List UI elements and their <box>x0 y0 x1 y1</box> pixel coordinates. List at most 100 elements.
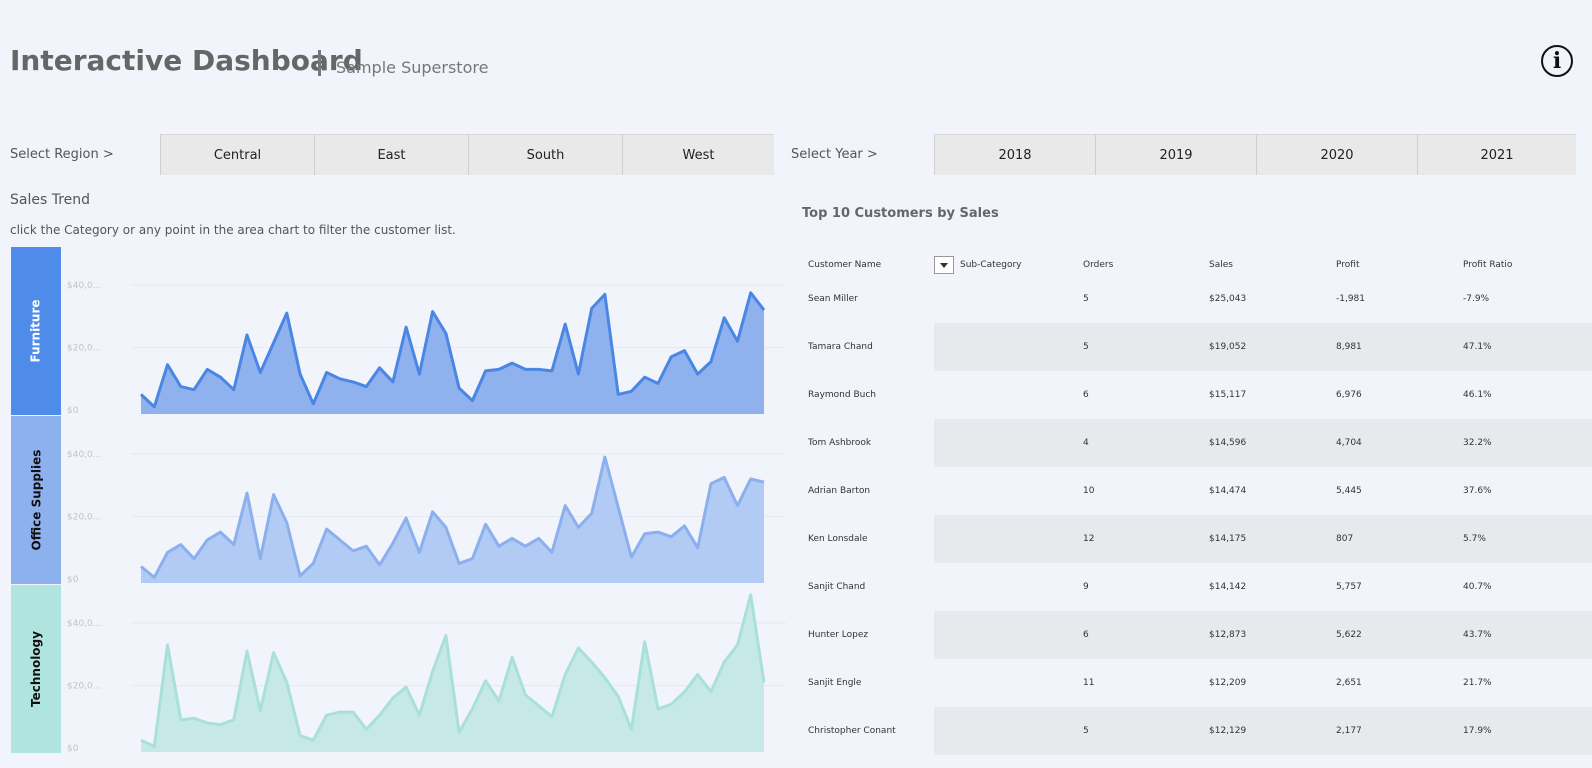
profit-cell: 5,445 <box>1336 486 1362 496</box>
table-row[interactable]: Sanjit Engle 11 $12,209 2,651 21.7% <box>802 659 1592 707</box>
category-label-furniture: Furniture <box>29 299 43 363</box>
profit-ratio-cell: 46.1% <box>1463 390 1492 400</box>
sales-cell: $12,129 <box>1209 726 1247 736</box>
y-tick-label: $40,0... <box>67 450 101 460</box>
table-row[interactable]: Adrian Barton 10 $14,474 5,445 37.6% <box>802 467 1592 515</box>
table-row[interactable]: Sanjit Chand 9 $14,142 5,757 40.7% <box>802 563 1592 611</box>
profit-cell: 8,981 <box>1336 342 1362 352</box>
profit-cell: 807 <box>1336 534 1354 544</box>
category-technology[interactable]: Technology <box>11 585 61 753</box>
profit-cell: 4,704 <box>1336 438 1362 448</box>
column-header-sub-category[interactable]: Sub-Category <box>960 260 1022 270</box>
row-shade <box>934 323 1592 371</box>
profit-ratio-cell: 5.7% <box>1463 534 1486 544</box>
profit-cell: 2,651 <box>1336 678 1362 688</box>
y-tick-label: $0 <box>67 744 79 754</box>
profit-ratio-cell: 21.7% <box>1463 678 1492 688</box>
area-panel-office-supplies[interactable]: $0 $20,0... $40,0... <box>67 450 786 585</box>
sales-trend-title: Sales Trend <box>10 192 91 208</box>
profit-ratio-cell: 47.1% <box>1463 342 1492 352</box>
table-row[interactable]: Tom Ashbrook 4 $14,596 4,704 32.2% <box>802 419 1592 467</box>
table-row[interactable]: Ken Lonsdale 12 $14,175 807 5.7% <box>802 515 1592 563</box>
sales-cell: $19,052 <box>1209 342 1247 352</box>
orders-cell: 10 <box>1083 486 1095 496</box>
year-option-2018[interactable]: 2018 <box>934 134 1095 175</box>
year-filter-label: Select Year > <box>791 147 878 162</box>
info-icon[interactable]: i <box>1541 45 1573 77</box>
column-header-customer-name[interactable]: Customer Name <box>808 260 881 270</box>
y-tick-label: $20,0... <box>67 344 101 354</box>
customer-name-cell: Tom Ashbrook <box>808 438 872 448</box>
category-label-technology: Technology <box>29 631 44 707</box>
profit-ratio-cell: 40.7% <box>1463 582 1492 592</box>
region-option-central[interactable]: Central <box>160 134 314 175</box>
area-fill-office-supplies[interactable] <box>141 457 764 583</box>
table-row[interactable]: Christopher Conant 5 $12,129 2,177 17.9% <box>802 707 1592 755</box>
sales-trend-chart[interactable]: $0 $20,0... $40,0... $0 $20,0... $40,0... $0 $2… <box>61 245 798 755</box>
orders-cell: 4 <box>1083 438 1089 448</box>
sales-cell: $14,142 <box>1209 582 1247 592</box>
year-option-2021[interactable]: 2021 <box>1417 134 1576 175</box>
orders-cell: 9 <box>1083 582 1089 592</box>
orders-cell: 6 <box>1083 390 1089 400</box>
y-tick-label: $40,0... <box>67 281 101 291</box>
year-option-2019[interactable]: 2019 <box>1095 134 1256 175</box>
table-row[interactable]: Sean Miller 5 $25,043 -1,981 -7.9% <box>802 275 1592 323</box>
sales-cell: $14,175 <box>1209 534 1247 544</box>
orders-cell: 12 <box>1083 534 1095 544</box>
customer-name-cell: Christopher Conant <box>808 726 896 736</box>
y-tick-label: $0 <box>67 406 79 416</box>
sales-cell: $25,043 <box>1209 294 1247 304</box>
y-tick-label: $0 <box>67 575 79 585</box>
orders-cell: 11 <box>1083 678 1095 688</box>
profit-cell: 6,976 <box>1336 390 1362 400</box>
sales-cell: $12,209 <box>1209 678 1247 688</box>
area-panel-furniture[interactable]: $0 $20,0... $40,0... <box>67 281 786 416</box>
page-title: Interactive Dashboard <box>10 44 363 77</box>
customer-name-cell: Raymond Buch <box>808 390 876 400</box>
row-shade <box>934 707 1592 755</box>
category-label-office-supplies: Office Supplies <box>29 449 44 551</box>
orders-cell: 5 <box>1083 726 1089 736</box>
profit-cell: 2,177 <box>1336 726 1362 736</box>
profit-ratio-cell: 37.6% <box>1463 486 1492 496</box>
column-header-profit[interactable]: Profit <box>1336 260 1359 270</box>
y-tick-label: $40,0... <box>67 619 101 629</box>
customer-name-cell: Adrian Barton <box>808 486 871 496</box>
sales-trend-instruction: click the Category or any point in the a… <box>10 223 456 237</box>
sales-cell: $14,596 <box>1209 438 1247 448</box>
row-shade <box>934 419 1592 467</box>
customer-name-cell: Sanjit Engle <box>808 678 862 688</box>
column-header-profit-ratio[interactable]: Profit Ratio <box>1463 260 1512 270</box>
area-fill-furniture[interactable] <box>141 292 764 414</box>
page-subtitle: Sample Superstore <box>336 58 489 77</box>
region-option-south[interactable]: South <box>468 134 622 175</box>
table-row[interactable]: Hunter Lopez 6 $12,873 5,622 43.7% <box>802 611 1592 659</box>
y-tick-label: $20,0... <box>67 682 101 692</box>
orders-cell: 5 <box>1083 294 1089 304</box>
sales-cell: $12,873 <box>1209 630 1247 640</box>
category-furniture[interactable]: Furniture <box>11 247 61 415</box>
orders-cell: 5 <box>1083 342 1089 352</box>
region-option-west[interactable]: West <box>622 134 774 175</box>
category-office-supplies[interactable]: Office Supplies <box>11 416 61 584</box>
row-shade <box>934 515 1592 563</box>
region-filter-label: Select Region > <box>10 147 114 162</box>
sales-cell: $15,117 <box>1209 390 1247 400</box>
column-header-orders[interactable]: Orders <box>1083 260 1113 270</box>
table-row[interactable]: Tamara Chand 5 $19,052 8,981 47.1% <box>802 323 1592 371</box>
region-option-east[interactable]: East <box>314 134 468 175</box>
row-shade <box>934 611 1592 659</box>
profit-ratio-cell: 32.2% <box>1463 438 1492 448</box>
dropdown-arrow-icon[interactable] <box>934 256 954 274</box>
y-tick-label: $20,0... <box>67 513 101 523</box>
profit-ratio-cell: 43.7% <box>1463 630 1492 640</box>
column-header-sales[interactable]: Sales <box>1209 260 1233 270</box>
profit-ratio-cell: 17.9% <box>1463 726 1492 736</box>
year-option-2020[interactable]: 2020 <box>1256 134 1417 175</box>
customer-name-cell: Sanjit Chand <box>808 582 866 592</box>
profit-cell: 5,622 <box>1336 630 1362 640</box>
table-row[interactable]: Raymond Buch 6 $15,117 6,976 46.1% <box>802 371 1592 419</box>
sales-cell: $14,474 <box>1209 486 1247 496</box>
area-panel-technology[interactable]: $0 $20,0... $40,0... <box>67 593 786 754</box>
